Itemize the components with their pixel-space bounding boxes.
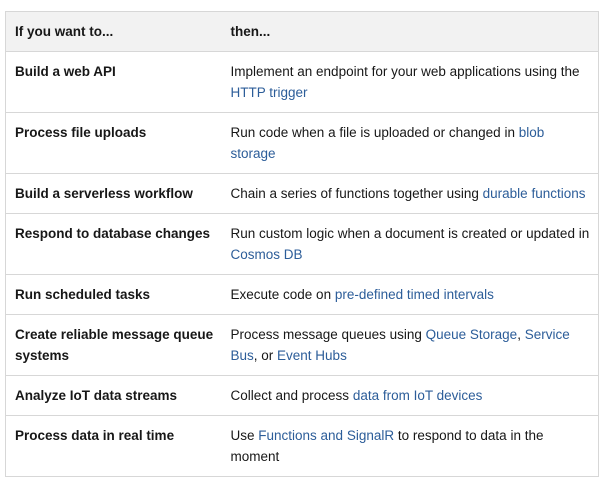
http-trigger-link[interactable]: HTTP trigger [231, 85, 308, 100]
table-row: Build a web API Implement an endpoint fo… [5, 51, 599, 113]
row-description: Collect and process data from IoT device… [221, 375, 599, 416]
timed-intervals-link[interactable]: pre-defined timed intervals [335, 287, 494, 302]
row-description: Run code when a file is uploaded or chan… [221, 112, 599, 174]
header-if-you-want-to: If you want to... [5, 11, 222, 52]
row-task: Build a serverless workflow [5, 173, 222, 214]
row-task: Build a web API [5, 51, 222, 113]
row-task: Process file uploads [5, 112, 222, 174]
description-text: Execute code on [230, 287, 335, 302]
description-text: Collect and process [230, 388, 353, 403]
row-description: Chain a series of functions together usi… [221, 173, 599, 214]
row-task: Analyze IoT data streams [5, 375, 222, 416]
row-task: Create reliable message queue systems [5, 314, 222, 376]
table-row: Process data in real time Use Functions … [5, 415, 599, 477]
table-row: Analyze IoT data streams Collect and pro… [5, 375, 599, 416]
description-text: Use [230, 428, 259, 443]
row-task: Run scheduled tasks [5, 274, 222, 315]
description-text: Run code when a file is uploaded or chan… [230, 125, 519, 140]
functions-signalr-link[interactable]: Functions and SignalR [258, 428, 394, 443]
table-row: Process file uploads Run code when a fil… [5, 112, 599, 174]
queue-storage-link[interactable]: Queue Storage [426, 327, 518, 342]
event-hubs-link[interactable]: Event Hubs [277, 348, 347, 363]
description-text: Process message queues using [230, 327, 426, 342]
table-row: Run scheduled tasks Execute code on pre-… [5, 274, 599, 315]
cosmos-db-link[interactable]: Cosmos DB [231, 247, 303, 262]
row-description: Use Functions and SignalR to respond to … [221, 415, 599, 477]
header-then: then... [221, 11, 599, 52]
row-description: Implement an endpoint for your web appli… [221, 51, 599, 113]
row-description: Run custom logic when a document is crea… [221, 213, 599, 275]
table-row: Build a serverless workflow Chain a seri… [5, 173, 599, 214]
row-task: Process data in real time [5, 415, 222, 477]
row-task: Respond to database changes [5, 213, 222, 275]
table-header-row: If you want to... then... [5, 11, 599, 52]
scenario-table: If you want to... then... Build a web AP… [5, 11, 599, 477]
row-description: Execute code on pre-defined timed interv… [221, 274, 599, 315]
iot-devices-link[interactable]: data from IoT devices [353, 388, 483, 403]
row-description: Process message queues using Queue Stora… [221, 314, 599, 376]
description-text: , or [253, 348, 278, 363]
description-text: Implement an endpoint for your web appli… [230, 64, 580, 79]
scenario-table-container: If you want to... then... Build a web AP… [5, 11, 599, 477]
table-row: Create reliable message queue systems Pr… [5, 314, 599, 376]
description-text: Run custom logic when a document is crea… [230, 226, 590, 241]
durable-functions-link[interactable]: durable functions [483, 186, 586, 201]
table-row: Respond to database changes Run custom l… [5, 213, 599, 275]
description-text: , [517, 327, 525, 342]
description-text: Chain a series of functions together usi… [230, 186, 483, 201]
